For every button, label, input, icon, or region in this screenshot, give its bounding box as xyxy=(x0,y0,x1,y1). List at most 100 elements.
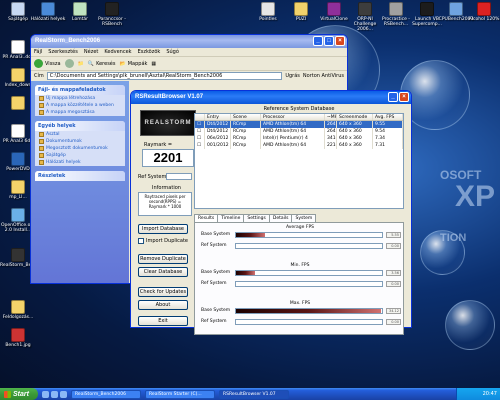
ref-system-label: Ref System xyxy=(138,174,167,180)
column-header[interactable] xyxy=(195,114,205,120)
desktop-icon-pointles[interactable]: Pointles xyxy=(250,2,286,22)
average-fps-title: Average FPS xyxy=(285,225,315,230)
search-button[interactable]: 🔍 Keresés xyxy=(88,61,116,67)
taskbar-item-explorer[interactable]: RealStorm_Bench2006 xyxy=(71,389,141,399)
quick-launch-media-icon[interactable] xyxy=(60,390,67,398)
search-icon: 🔍 xyxy=(87,60,95,67)
table-row[interactable]: ☐06e/2012RCmpIntel(r) Pentium(r) 4341064… xyxy=(195,135,403,142)
close-button[interactable]: × xyxy=(399,92,409,102)
task-section-file-folder: Fájl- és mappafeladatok Új mappa létreho… xyxy=(35,85,125,116)
column-header[interactable]: Entry xyxy=(205,114,231,120)
row-checkbox[interactable]: ☐ xyxy=(195,121,205,128)
desktop-icon-puzi[interactable]: PUZI xyxy=(283,2,319,22)
cell-processor: AMD Athlon(tm) 64 xyxy=(261,121,325,128)
forward-button[interactable] xyxy=(64,59,74,68)
average-fps-ref-value: 0.00 xyxy=(386,243,401,249)
tab-timeline[interactable]: Timeline xyxy=(217,214,245,222)
minimize-button[interactable]: _ xyxy=(313,36,323,46)
min-fps-base-bar xyxy=(235,270,383,276)
close-button[interactable]: × xyxy=(335,36,345,46)
task-new-folder[interactable]: Új mappa létrehozása xyxy=(35,95,125,102)
place-network[interactable]: Hálózati helyek xyxy=(35,159,125,166)
tab-details[interactable]: Details xyxy=(268,214,293,222)
row-checkbox[interactable]: ☐ xyxy=(195,128,205,135)
folders-button[interactable]: 📂 Mappák xyxy=(120,61,148,67)
menu-file[interactable]: Fájl xyxy=(34,49,42,55)
cell-mhz: 3410 xyxy=(327,135,337,142)
max-fps-base-bar xyxy=(235,308,383,314)
import-duplicate-checkbox[interactable]: Import Duplicate xyxy=(138,238,188,244)
cell-screenmode: 640 x 360 xyxy=(337,135,373,142)
publish-icon xyxy=(39,103,44,108)
ref-system-label: Ref System xyxy=(201,281,227,286)
start-button[interactable]: Start xyxy=(0,388,38,400)
shared-documents-icon xyxy=(39,146,44,151)
desktop-icon-feldolgozas[interactable]: Feldolgozás... xyxy=(0,300,36,320)
up-button[interactable]: 📁 xyxy=(78,61,84,67)
task-share-folder[interactable]: A mappa megosztása xyxy=(35,109,125,116)
check-updates-button[interactable]: Check for Updates xyxy=(138,287,188,297)
views-button[interactable]: ▦ xyxy=(151,61,156,67)
table-row[interactable]: ☐Dt4/2012RCmpAMD Athlon(tm) 642648640 x … xyxy=(195,128,403,135)
explorer-task-pane: Fájl- és mappafeladatok Új mappa létreho… xyxy=(31,81,129,283)
column-header[interactable]: ~MHz xyxy=(325,114,337,120)
quick-launch-ie-icon[interactable] xyxy=(42,390,49,398)
taskbar: Start RealStorm_Bench2006 RealStorm Star… xyxy=(0,388,500,400)
column-header[interactable]: Avg. FPS xyxy=(373,114,403,120)
about-button[interactable]: About xyxy=(138,300,188,310)
import-database-button[interactable]: Import Database xyxy=(138,224,188,234)
taskbar-item-rsresultbrowser[interactable]: RSResultBrowser V1.07 xyxy=(219,389,289,399)
place-shared-documents[interactable]: Megosztott dokumentumok xyxy=(35,145,125,152)
menu-help[interactable]: Súgó xyxy=(166,49,179,55)
maximize-button[interactable]: □ xyxy=(324,36,334,46)
min-fps-ref-value: 0.00 xyxy=(386,281,401,287)
tab-system[interactable]: System xyxy=(291,214,317,222)
explorer-titlebar[interactable]: RealStorm_Bench2006 _ □ × xyxy=(31,35,347,48)
address-input[interactable]: C:\Documents and Settings\plk_brunell\As… xyxy=(46,72,283,80)
place-desktop[interactable]: Asztal xyxy=(35,131,125,138)
tab-settings[interactable]: Settings xyxy=(243,214,270,222)
clear-database-button[interactable]: Clear Database xyxy=(138,267,188,277)
menu-tools[interactable]: Eszközök xyxy=(138,49,161,55)
desktop-icon-network[interactable]: Hálózati helyek xyxy=(30,2,66,22)
rs-titlebar[interactable]: RSResultBrowser V1.07 _ × xyxy=(131,91,411,104)
desktop-icon-bench-jpg[interactable]: Bench1.jpg xyxy=(0,328,36,348)
go-button[interactable]: Ugrás xyxy=(285,73,300,79)
row-checkbox[interactable]: ☐ xyxy=(195,135,205,142)
task-section-title[interactable]: Egyéb helyek xyxy=(35,121,125,131)
menu-view[interactable]: Nézet xyxy=(84,49,98,55)
menu-edit[interactable]: Szerkesztés xyxy=(48,49,78,55)
cell-avg-fps: 9.55 xyxy=(373,121,403,128)
minimize-button[interactable]: _ xyxy=(388,92,398,102)
table-row[interactable]: ☐Dt4/2012RCmpAMD Athlon(tm) 642648640 x … xyxy=(195,121,403,128)
row-checkbox[interactable]: ☐ xyxy=(195,142,205,149)
checkbox-box[interactable] xyxy=(138,238,144,244)
column-header[interactable]: Processor xyxy=(261,114,325,120)
column-header[interactable]: Screenmode xyxy=(337,114,373,120)
clock[interactable]: 20:47 xyxy=(483,391,497,397)
task-section-title[interactable]: Részletek xyxy=(35,171,125,181)
task-section-title[interactable]: Fájl- és mappafeladatok xyxy=(35,85,125,95)
remove-duplicate-button[interactable]: Remove Duplicate xyxy=(138,254,188,264)
cell-screenmode: 640 x 360 xyxy=(337,142,373,149)
desktop-icon-cmd[interactable]: Paranccsor - RSBench xyxy=(94,2,130,27)
cell-avg-fps: 7.34 xyxy=(373,135,403,142)
cell-scene: RCmp xyxy=(231,128,261,135)
norton-antivirus-button[interactable]: Norton AntiVirus xyxy=(303,73,344,79)
taskbar-item-realstorm-starter[interactable]: RealStorm Starter (C)... xyxy=(145,389,215,399)
average-fps-ref-bar xyxy=(235,243,383,249)
place-my-computer[interactable]: Sajátgép xyxy=(35,152,125,159)
exit-button[interactable]: Exit xyxy=(138,316,188,326)
place-documents[interactable]: Dokumentumok xyxy=(35,138,125,145)
menu-favorites[interactable]: Kedvencek xyxy=(104,49,131,55)
desktop-icon-alcohol[interactable]: Alcohol 120% xyxy=(466,2,500,22)
address-label: Cím xyxy=(34,73,44,79)
new-folder-icon xyxy=(39,96,44,101)
quick-launch-desktop-icon[interactable] xyxy=(51,390,58,398)
tab-results[interactable]: Results xyxy=(194,214,219,222)
back-button[interactable]: Vissza xyxy=(34,59,61,68)
column-header[interactable]: Scene xyxy=(231,114,261,120)
task-publish-web[interactable]: A mappa közzététele a weben xyxy=(35,102,125,109)
desktop-icon-recycle-bin[interactable]: Lomtár xyxy=(62,2,98,22)
table-row[interactable]: ☐001/2012RCmpAMD Athlon(tm) 642210640 x … xyxy=(195,142,403,149)
